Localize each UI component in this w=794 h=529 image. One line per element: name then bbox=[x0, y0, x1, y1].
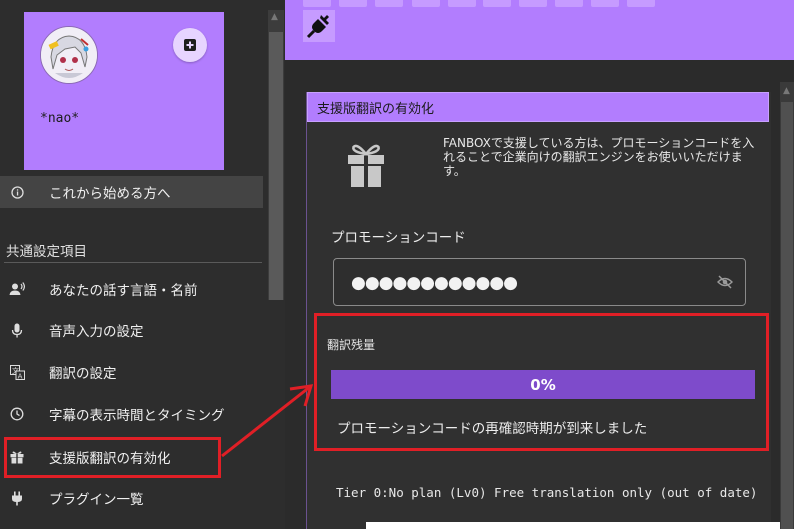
nav-label: 字幕の表示時間とタイミング bbox=[49, 408, 225, 424]
nav-label: あなたの話す言語・名前 bbox=[49, 283, 198, 299]
add-button[interactable] bbox=[173, 28, 207, 62]
top-toolbar bbox=[285, 0, 794, 60]
nav-plugin-list[interactable]: プラグイン一覧 bbox=[0, 482, 263, 514]
nav-label: プラグイン一覧 bbox=[49, 492, 144, 508]
toolbar-button[interactable] bbox=[375, 0, 403, 7]
user-card: *nao* bbox=[24, 12, 224, 170]
scroll-up-icon[interactable]: ▲ bbox=[271, 13, 278, 22]
main-scrollbar[interactable]: ▲ bbox=[780, 82, 794, 529]
toolbar-button[interactable] bbox=[627, 0, 655, 7]
toolbar-button[interactable] bbox=[483, 0, 511, 7]
nav-getting-started[interactable]: これから始める方へ bbox=[0, 176, 263, 208]
svg-text:A: A bbox=[17, 372, 22, 380]
plus-icon bbox=[184, 39, 196, 51]
plug-icon bbox=[306, 15, 329, 39]
eye-off-icon[interactable] bbox=[717, 275, 733, 293]
user-avatar[interactable] bbox=[40, 26, 98, 84]
toolbar-button[interactable] bbox=[519, 0, 547, 7]
plug-icon bbox=[9, 490, 25, 506]
toolbar-button[interactable] bbox=[555, 0, 583, 7]
toolbar-button[interactable] bbox=[303, 0, 331, 7]
toolbar-button[interactable] bbox=[412, 0, 440, 7]
sidebar: *nao* ▲ これから始める方へ 共通設定項目 あなたの話す言語・名前 音声入… bbox=[0, 0, 285, 529]
nav-label: 翻訳の設定 bbox=[49, 366, 117, 382]
annotation-highlight-nav bbox=[4, 437, 221, 478]
plugin-toolbar-button[interactable] bbox=[303, 10, 335, 42]
promo-code-value: ●●●●●●●●●●●● bbox=[351, 273, 518, 293]
nav-translation-settings[interactable]: 文A 翻訳の設定 bbox=[0, 356, 263, 388]
toolbar-button[interactable] bbox=[339, 0, 367, 7]
divider bbox=[4, 262, 262, 263]
activation-panel: 支援版翻訳の有効化 FANBOXで支援している方は、プロモーションコードを入れる… bbox=[306, 92, 771, 529]
promo-code-field[interactable]: ●●●●●●●●●●●● bbox=[333, 258, 746, 306]
scroll-up-icon[interactable]: ▲ bbox=[783, 86, 790, 96]
nav-subtitle-timing[interactable]: 字幕の表示時間とタイミング bbox=[0, 398, 263, 430]
nav-label: これから始める方へ bbox=[49, 186, 171, 202]
annotation-highlight-remaining bbox=[314, 313, 769, 451]
clock-icon bbox=[9, 406, 25, 422]
toolbar-button[interactable] bbox=[448, 0, 476, 7]
nav-voice-input[interactable]: 音声入力の設定 bbox=[0, 314, 263, 346]
username: *nao* bbox=[40, 111, 80, 126]
section-title: 共通設定項目 bbox=[6, 244, 87, 260]
tier-status: Tier 0:No plan (Lv0) Free translation on… bbox=[336, 485, 758, 500]
nav-label: 音声入力の設定 bbox=[49, 324, 144, 340]
toolbar-button[interactable] bbox=[591, 0, 619, 7]
promotion-description: FANBOXで支援している方は、プロモーションコードを入れることで企業向けの翻訳… bbox=[443, 136, 755, 178]
promo-code-label: プロモーションコード bbox=[331, 230, 466, 246]
scroll-thumb[interactable] bbox=[269, 32, 283, 300]
info-icon bbox=[9, 184, 25, 200]
mic-icon bbox=[9, 322, 25, 338]
voice-person-icon bbox=[9, 281, 25, 297]
nav-language-name[interactable]: あなたの話す言語・名前 bbox=[0, 273, 263, 305]
scroll-thumb[interactable] bbox=[781, 102, 793, 529]
sidebar-scrollbar[interactable]: ▲ bbox=[268, 10, 284, 300]
panel-header: 支援版翻訳の有効化 bbox=[307, 92, 769, 122]
gift-icon bbox=[347, 142, 385, 192]
footer-strip bbox=[366, 522, 780, 529]
translate-icon: 文A bbox=[9, 364, 25, 380]
